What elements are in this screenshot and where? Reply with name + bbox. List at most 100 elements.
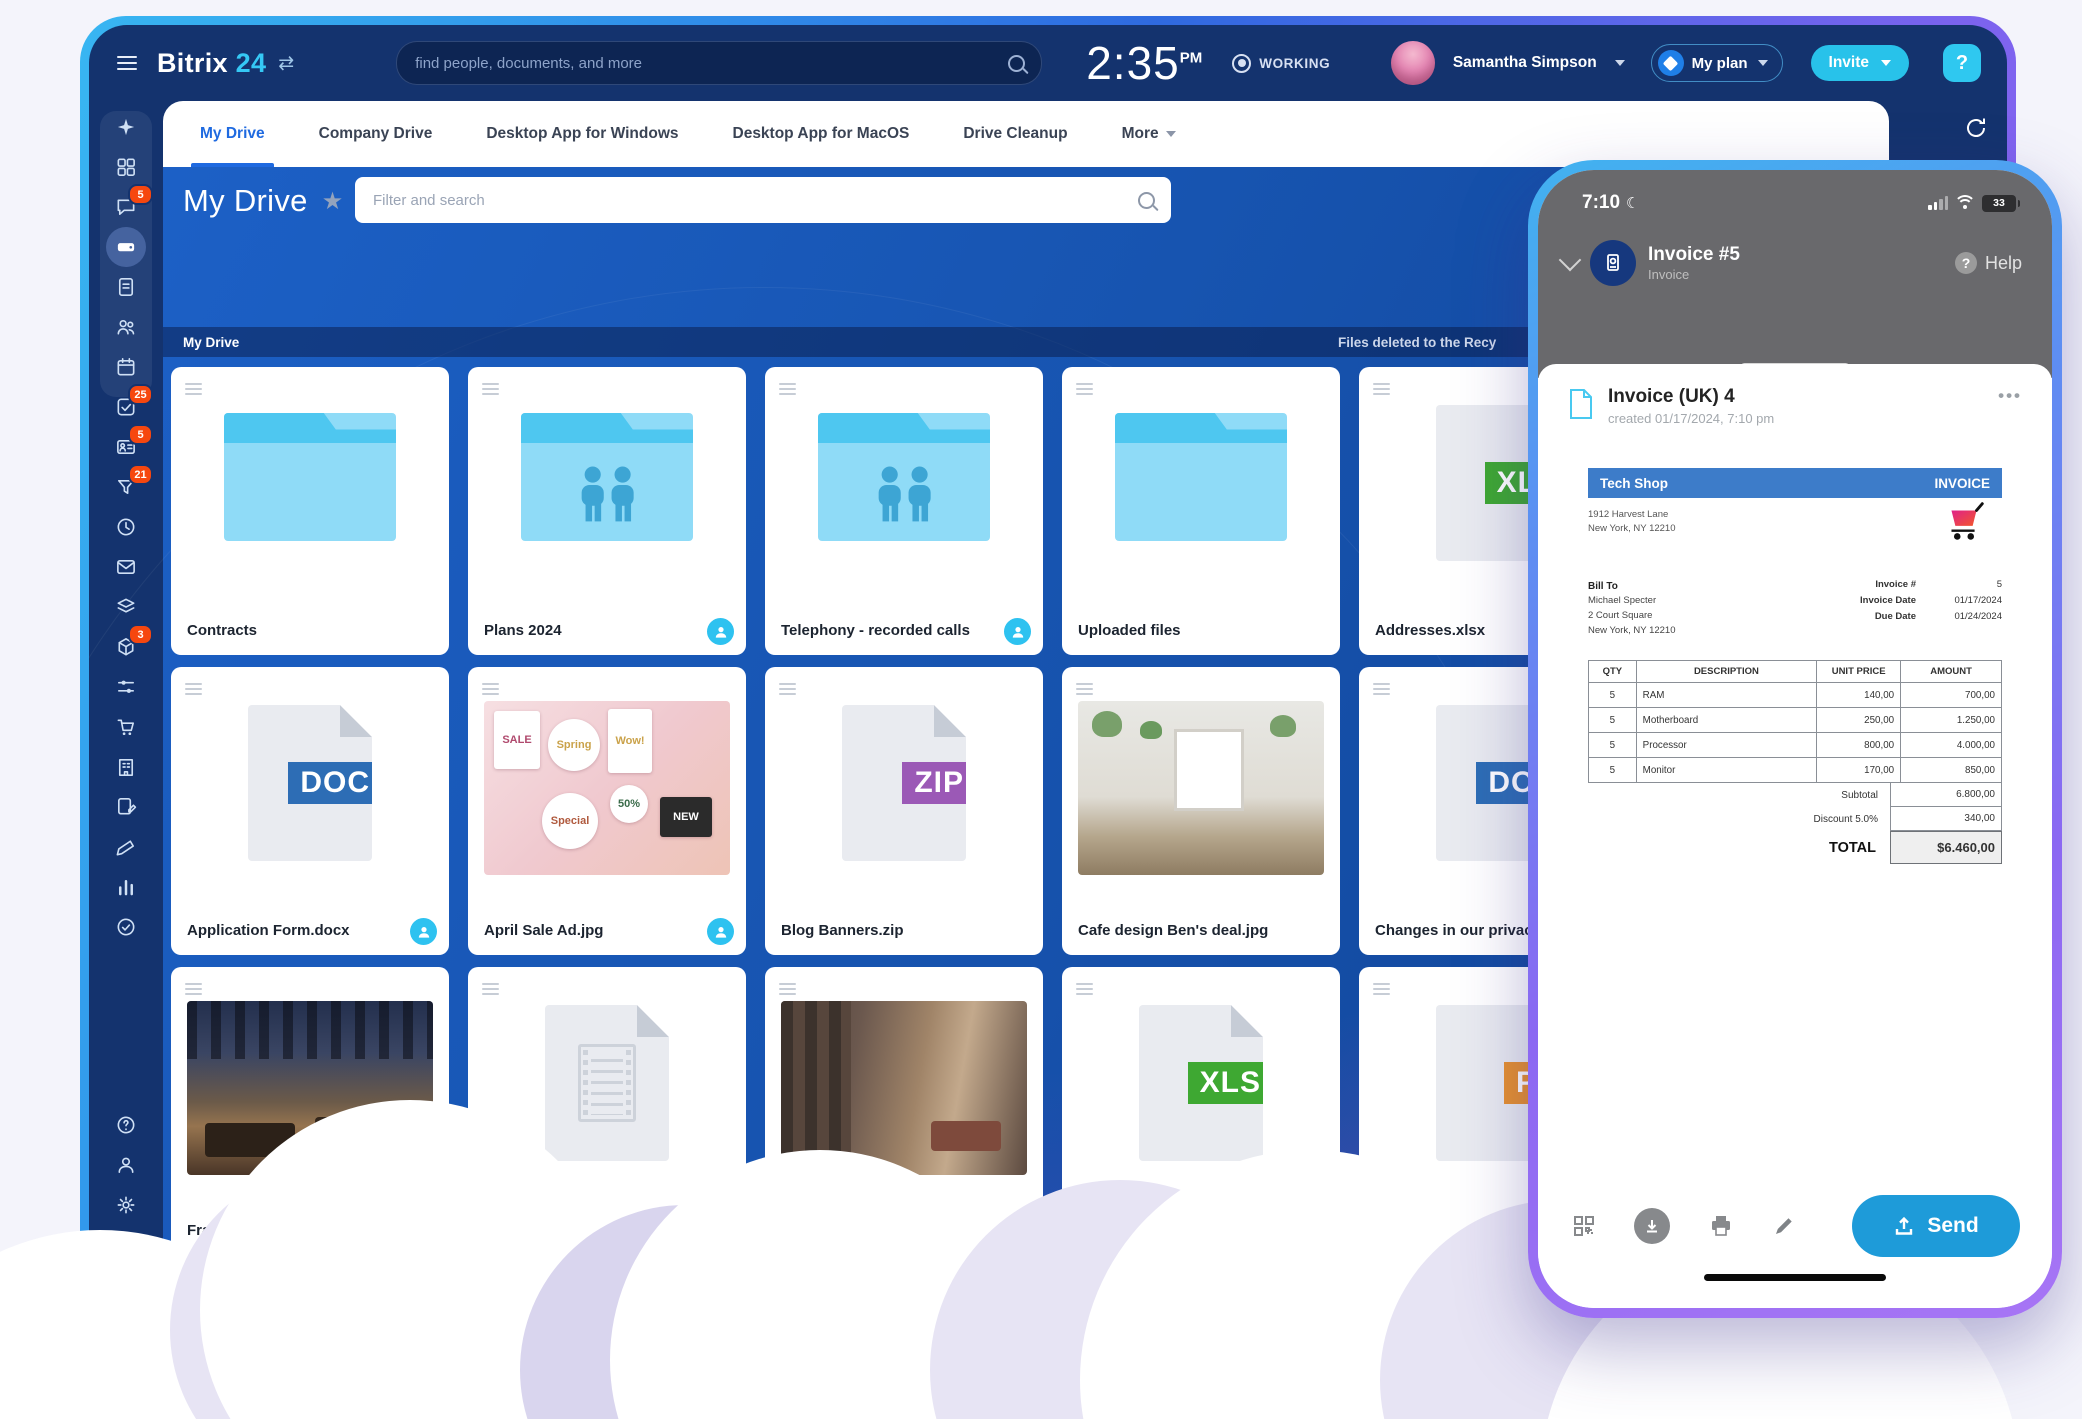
edit-pencil-icon[interactable] xyxy=(1772,1214,1796,1238)
sidebar-item-marketing[interactable] xyxy=(106,827,146,867)
item-menu-icon[interactable] xyxy=(482,683,499,685)
sidebar-item-help[interactable] xyxy=(106,1105,146,1145)
recycle-note[interactable]: Files deleted to the Recy xyxy=(1338,335,1496,350)
sidebar-item-shop[interactable] xyxy=(106,707,146,747)
item-menu-icon[interactable] xyxy=(1373,983,1390,985)
item-menu-icon[interactable] xyxy=(482,983,499,985)
tasks-badge: 25 xyxy=(128,384,153,405)
shared-badge-icon xyxy=(1004,618,1031,645)
item-label: Plans 2024 xyxy=(484,622,700,639)
user-menu-caret-icon[interactable] xyxy=(1615,60,1625,66)
sidebar-item-copilot[interactable] xyxy=(106,107,146,147)
copilot-icon[interactable] xyxy=(1961,113,1991,143)
sidebar-item-automation[interactable] xyxy=(106,667,146,707)
work-clock[interactable]: 2:35PM xyxy=(1086,36,1202,90)
drive-item-plans-2024[interactable]: Plans 2024 xyxy=(468,367,746,655)
home-indicator[interactable] xyxy=(1538,1274,2052,1308)
sidebar-item-groups[interactable] xyxy=(106,307,146,347)
folder-icon xyxy=(224,413,396,541)
wifi-icon xyxy=(1956,196,1974,210)
drive-item-blog-banners[interactable]: ZIP Blog Banners.zip xyxy=(765,667,1043,955)
tab-company-drive[interactable]: Company Drive xyxy=(292,101,460,167)
battery-icon: 33 xyxy=(1982,195,2016,212)
item-menu-icon[interactable] xyxy=(1373,683,1390,685)
sidebar-item-docs[interactable] xyxy=(106,267,146,307)
top-bar: Bitrix 24 ⇄ 2:35PM WORKING Samantha Simp… xyxy=(89,25,2007,101)
invite-label: Invite xyxy=(1829,54,1869,72)
bitrix-logo[interactable]: Bitrix 24 xyxy=(157,48,266,79)
item-menu-icon[interactable] xyxy=(779,383,796,385)
bill-to-name: Michael Specter xyxy=(1588,594,1676,609)
tab-desktop-macos[interactable]: Desktop App for MacOS xyxy=(706,101,937,167)
filter-search[interactable] xyxy=(355,177,1171,223)
drive-item-telephony[interactable]: Telephony - recorded calls xyxy=(765,367,1043,655)
sidebar-item-workspace[interactable] xyxy=(106,147,146,187)
sidebar-item-settings[interactable] xyxy=(106,1185,146,1225)
global-search-input[interactable] xyxy=(413,54,1008,73)
breadcrumb[interactable]: My Drive xyxy=(183,335,239,350)
invoice-file-icon xyxy=(1568,388,1594,425)
item-menu-icon[interactable] xyxy=(482,383,499,385)
tab-my-drive[interactable]: My Drive xyxy=(173,101,292,167)
sidebar-item-checkin[interactable] xyxy=(106,907,146,947)
sidebar-item-feed[interactable]: 21 xyxy=(106,467,146,507)
item-menu-icon[interactable] xyxy=(1076,983,1093,985)
file-icon: XLS xyxy=(1139,1005,1263,1161)
item-menu-icon[interactable] xyxy=(779,983,796,985)
filter-search-input[interactable] xyxy=(371,191,1138,210)
download-icon[interactable] xyxy=(1634,1208,1670,1244)
item-menu-icon[interactable] xyxy=(185,683,202,685)
qr-code-icon[interactable] xyxy=(1572,1214,1596,1238)
tab-drive-cleanup[interactable]: Drive Cleanup xyxy=(936,101,1094,167)
drive-item-contracts[interactable]: Contracts xyxy=(171,367,449,655)
user-name[interactable]: Samantha Simpson xyxy=(1453,54,1597,72)
item-menu-icon[interactable] xyxy=(1076,683,1093,685)
sidebar-item-market[interactable]: 3 xyxy=(106,627,146,667)
sidebar-item-time[interactable] xyxy=(106,507,146,547)
table-row: 5Motherboard 250,001.250,00 xyxy=(1589,708,2002,733)
sidebar-item-messenger[interactable]: 5 xyxy=(106,187,146,227)
item-menu-icon[interactable] xyxy=(779,683,796,685)
table-row: 5Monitor 170,00850,00 xyxy=(1589,758,2002,783)
invoice-doc-title: Invoice (UK) 4 xyxy=(1608,386,1774,408)
switch-icon[interactable]: ⇄ xyxy=(278,52,294,75)
item-menu-icon[interactable] xyxy=(185,383,202,385)
work-status[interactable]: WORKING xyxy=(1232,54,1330,73)
global-search[interactable] xyxy=(396,41,1042,85)
send-button[interactable]: Send xyxy=(1852,1195,2020,1257)
sidebar-item-profile[interactable] xyxy=(106,1145,146,1185)
sidebar-item-company[interactable] xyxy=(106,747,146,787)
table-row: 5Processor 800,004.000,00 xyxy=(1589,733,2002,758)
sidebar-item-knowledge[interactable] xyxy=(106,587,146,627)
item-menu-icon[interactable] xyxy=(1373,383,1390,385)
favorite-star-icon[interactable]: ★ xyxy=(322,187,344,216)
tab-more[interactable]: More xyxy=(1095,101,1203,167)
item-menu-icon[interactable] xyxy=(185,983,202,985)
image-thumbnail xyxy=(1078,701,1324,875)
print-icon[interactable] xyxy=(1708,1213,1734,1239)
item-menu-icon[interactable] xyxy=(1076,383,1093,385)
drive-item-application-form[interactable]: DOC Application Form.docx xyxy=(171,667,449,955)
drive-item-cafe-design[interactable]: Cafe design Ben's deal.jpg xyxy=(1062,667,1340,955)
chevron-down-icon[interactable] xyxy=(1559,249,1582,272)
status-dot-icon xyxy=(1232,54,1251,73)
bill-to-address-1: 2 Court Square xyxy=(1588,609,1676,624)
drive-item-uploaded-files[interactable]: Uploaded files xyxy=(1062,367,1340,655)
my-plan-button[interactable]: My plan xyxy=(1651,44,1783,82)
sidebar-item-drive[interactable] xyxy=(106,227,146,267)
invoice-date-label: Invoice Date xyxy=(1860,595,1916,606)
sidebar-item-calendar[interactable] xyxy=(106,347,146,387)
drive-item-april-sale-ad[interactable]: SALE Spring Wow! Special NEW 50% April S… xyxy=(468,667,746,955)
help-button[interactable]: ? xyxy=(1943,44,1981,82)
avatar[interactable] xyxy=(1391,41,1435,85)
sidebar-item-tasks[interactable]: 25 xyxy=(106,387,146,427)
tab-desktop-windows[interactable]: Desktop App for Windows xyxy=(459,101,705,167)
sidebar-item-sign[interactable] xyxy=(106,787,146,827)
phone-help-button[interactable]: ? Help xyxy=(1955,252,2022,274)
hamburger-menu-icon[interactable] xyxy=(117,56,137,59)
sidebar-item-analytics[interactable] xyxy=(106,867,146,907)
invite-button[interactable]: Invite xyxy=(1811,45,1909,81)
sidebar-item-mail[interactable] xyxy=(106,547,146,587)
sidebar-item-crm[interactable]: 5 xyxy=(106,427,146,467)
doc-menu-icon[interactable]: ••• xyxy=(1998,386,2022,406)
